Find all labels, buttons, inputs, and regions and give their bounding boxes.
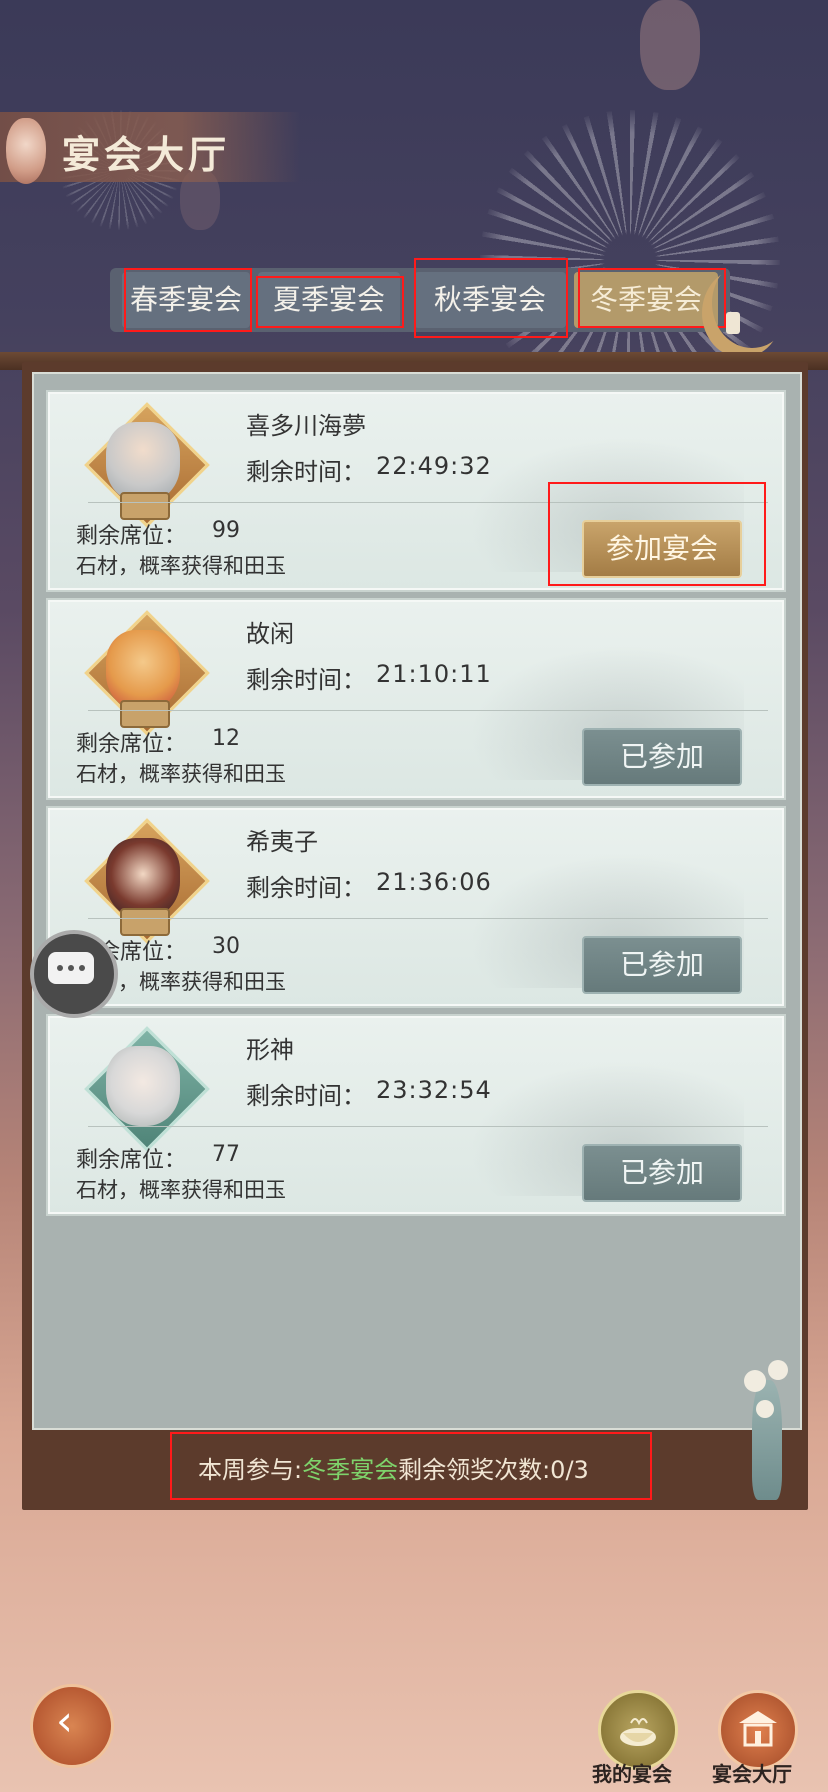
tab-spring-highlight bbox=[124, 268, 252, 332]
seat-label: 剩余席位： bbox=[76, 524, 187, 549]
banquet-card: 故闲 剩余时间： 21:10:11 剩余席位： 12 石材，概率获得和田玉 已参… bbox=[46, 598, 786, 800]
seat-label: 剩余席位： bbox=[76, 732, 187, 757]
reward-text: 石材，概率获得和田玉 bbox=[76, 762, 286, 786]
flower-decoration bbox=[768, 1360, 788, 1380]
pavilion-icon bbox=[739, 1711, 777, 1747]
teacup-icon bbox=[620, 1718, 656, 1746]
seat-count: 30 bbox=[212, 934, 240, 959]
seat-count: 77 bbox=[212, 1142, 240, 1167]
banquet-card: 希夷子 剩余时间： 21:36:06 剩余席位： 30 石材，概率获得和田玉 已… bbox=[46, 806, 786, 1008]
flower-decoration bbox=[744, 1370, 766, 1392]
time-label: 剩余时间： bbox=[246, 874, 366, 902]
time-label: 剩余时间： bbox=[246, 666, 366, 694]
time-label: 剩余时间： bbox=[246, 458, 366, 486]
time-remaining: 23:32:54 bbox=[376, 1076, 492, 1104]
seat-count: 12 bbox=[212, 726, 240, 751]
time-remaining: 21:10:11 bbox=[376, 660, 492, 688]
avatar[interactable] bbox=[106, 630, 180, 710]
lantern-icon bbox=[6, 118, 46, 184]
avatar-badge bbox=[120, 492, 170, 520]
page-title: 宴会大厅 bbox=[62, 132, 231, 177]
time-label: 剩余时间： bbox=[246, 1082, 366, 1110]
divider bbox=[88, 918, 768, 919]
joined-button[interactable]: 已参加 bbox=[582, 936, 742, 994]
chat-icon bbox=[48, 952, 94, 984]
moon-decoration bbox=[712, 258, 792, 348]
avatar[interactable] bbox=[106, 1046, 180, 1126]
time-remaining: 22:49:32 bbox=[376, 452, 492, 480]
banquet-hall-label: 宴会大厅 bbox=[712, 1762, 792, 1786]
joined-button[interactable]: 已参加 bbox=[582, 728, 742, 786]
divider bbox=[88, 1126, 768, 1127]
chat-dots-icon bbox=[57, 965, 85, 971]
back-arrow-icon: ‹ bbox=[56, 1696, 73, 1745]
vase-decoration bbox=[752, 1380, 782, 1500]
footer-highlight bbox=[170, 1432, 652, 1500]
flower-decoration bbox=[756, 1400, 774, 1418]
lantern-decoration bbox=[640, 0, 700, 90]
host-name: 希夷子 bbox=[246, 828, 318, 856]
tab-summer-highlight bbox=[256, 276, 404, 328]
tab-autumn-highlight bbox=[414, 258, 568, 338]
reward-text: 石材，概率获得和田玉 bbox=[76, 1178, 286, 1202]
avatar-badge bbox=[120, 700, 170, 728]
banquet-card: 形神 剩余时间： 23:32:54 剩余席位： 77 石材，概率获得和田玉 已参… bbox=[46, 1014, 786, 1216]
host-name: 形神 bbox=[246, 1036, 294, 1064]
candle-decoration bbox=[726, 312, 740, 334]
my-banquet-label: 我的宴会 bbox=[592, 1762, 672, 1786]
host-name: 故闲 bbox=[246, 620, 294, 648]
joined-button[interactable]: 已参加 bbox=[582, 1144, 742, 1202]
join-button-highlight bbox=[548, 482, 766, 586]
divider bbox=[88, 710, 768, 711]
avatar[interactable] bbox=[106, 838, 180, 918]
seat-count: 99 bbox=[212, 518, 240, 543]
avatar-badge bbox=[120, 908, 170, 936]
avatar[interactable] bbox=[106, 422, 180, 502]
reward-text: 石材，概率获得和田玉 bbox=[76, 554, 286, 578]
time-remaining: 21:36:06 bbox=[376, 868, 492, 896]
seat-label: 剩余席位： bbox=[76, 1148, 187, 1173]
tab-winter-highlight bbox=[578, 268, 726, 328]
host-name: 喜多川海夢 bbox=[246, 412, 366, 440]
